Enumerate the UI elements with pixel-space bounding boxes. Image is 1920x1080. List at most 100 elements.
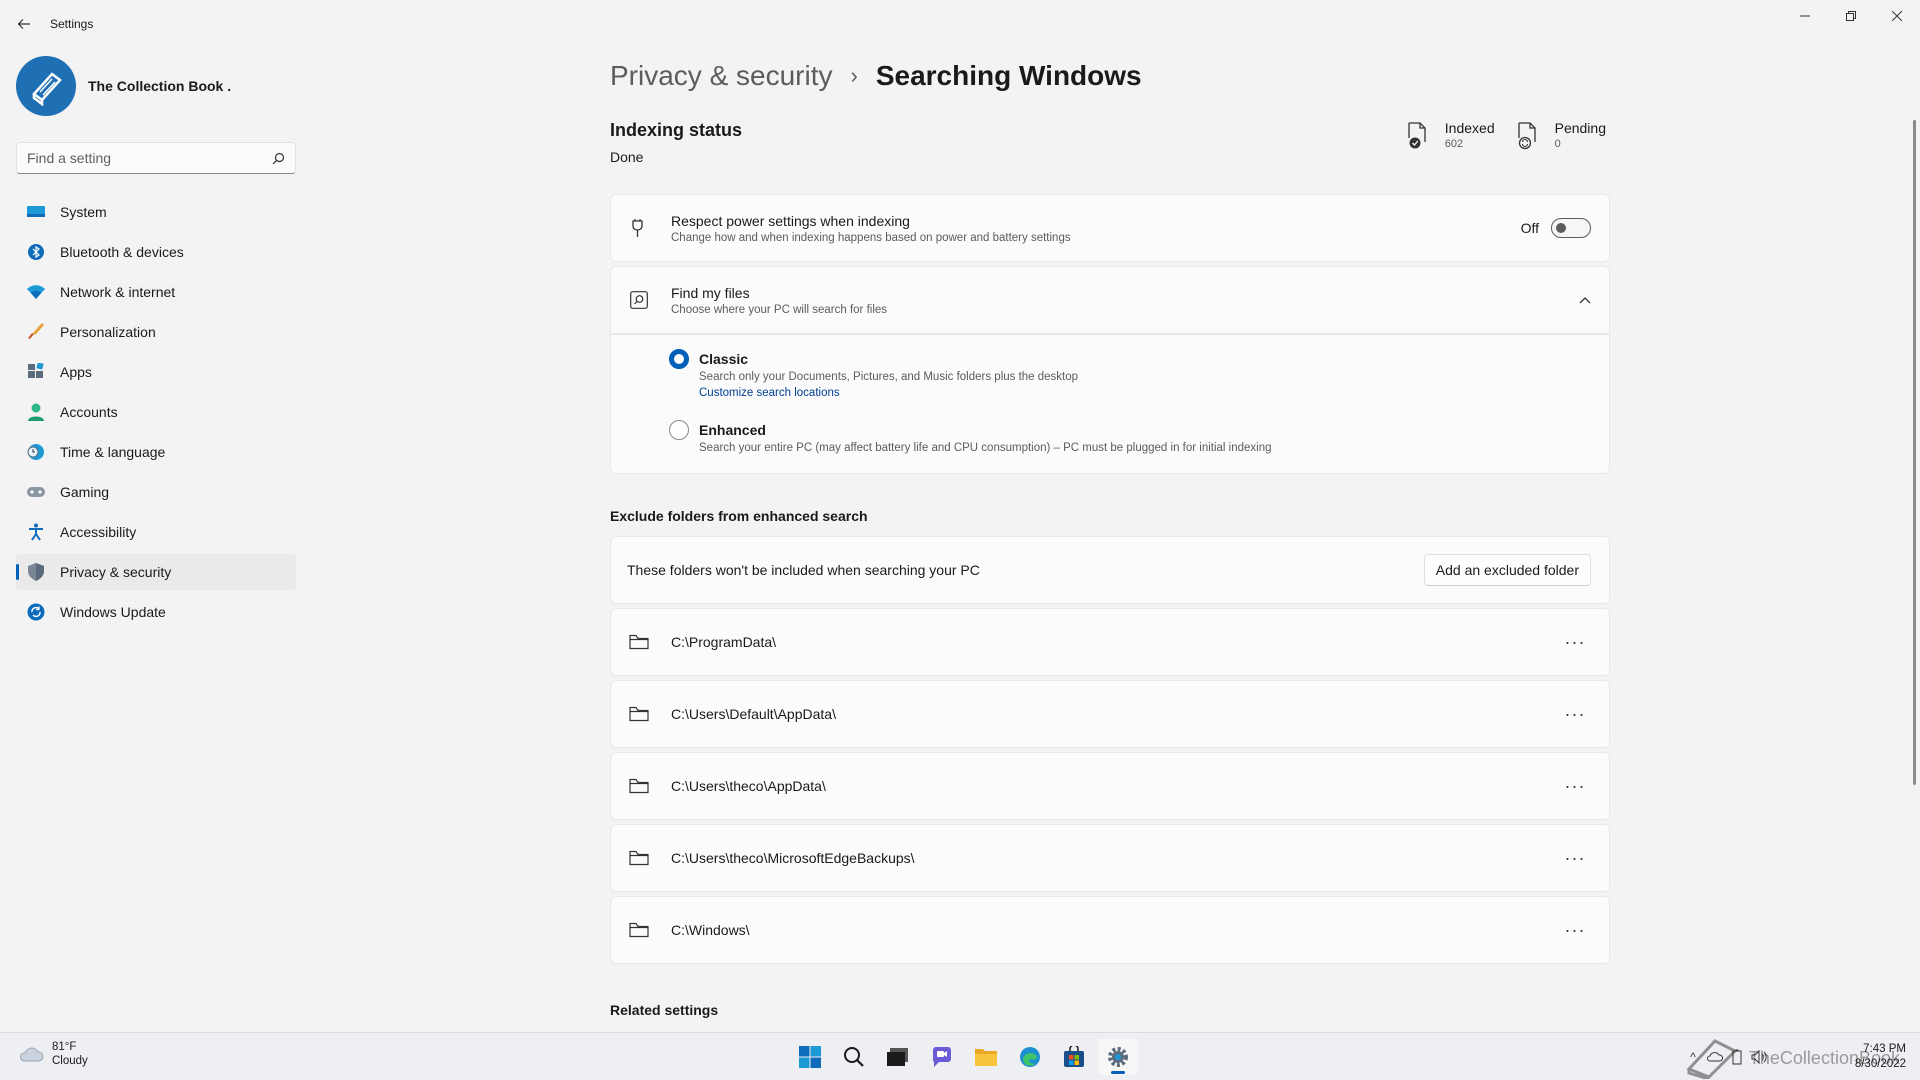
sidebar-item-label: Bluetooth & devices	[60, 244, 184, 260]
title-bar: Settings	[0, 0, 1920, 48]
sidebar-item-network[interactable]: Network & internet	[16, 274, 296, 310]
sidebar-item-apps[interactable]: Apps	[16, 354, 296, 390]
sidebar-item-privacy-security[interactable]: Privacy & security	[16, 554, 296, 590]
taskbar: 81°F Cloudy TheCollectionBook ^ 7:43 PM …	[0, 1032, 1920, 1080]
enhanced-description: Search your entire PC (may affect batter…	[699, 442, 1272, 454]
edge-button[interactable]	[1010, 1039, 1050, 1075]
sidebar-item-accounts[interactable]: Accounts	[16, 394, 296, 430]
power-settings-description: Change how and when indexing happens bas…	[671, 231, 1071, 244]
power-settings-card: Respect power settings when indexing Cha…	[610, 194, 1610, 262]
classic-option[interactable]: Classic Search only your Documents, Pict…	[669, 349, 1079, 401]
sidebar-item-personalization[interactable]: Personalization	[16, 314, 296, 350]
sidebar-item-label: Gaming	[60, 484, 110, 500]
taskbar-clock[interactable]: 7:43 PM 8/30/2022	[1855, 1042, 1906, 1072]
enhanced-option[interactable]: Enhanced Search your entire PC (may affe…	[669, 420, 1272, 454]
folder-path: C:\Users\Default\AppData\	[671, 706, 836, 722]
sidebar-item-accessibility[interactable]: Accessibility	[16, 514, 296, 550]
enhanced-radio[interactable]	[669, 420, 689, 440]
task-view-button[interactable]	[878, 1039, 918, 1075]
gamepad-icon	[26, 482, 46, 502]
weather-widget[interactable]: 81°F Cloudy	[18, 1041, 88, 1067]
back-arrow-icon	[17, 19, 30, 29]
search-box[interactable]	[16, 142, 296, 174]
user-profile[interactable]: The Collection Book .	[16, 56, 231, 116]
power-plug-icon	[629, 218, 649, 238]
weather-temperature: 81°F	[52, 1041, 77, 1053]
sidebar-nav: System Bluetooth & devices Network & int…	[16, 194, 296, 634]
sidebar-item-windows-update[interactable]: Windows Update	[16, 594, 296, 630]
exclude-info-card: These folders won't be included when sea…	[610, 536, 1610, 604]
pending-label: Pending	[1554, 120, 1606, 136]
sidebar-item-label: Personalization	[60, 324, 156, 340]
volume-icon[interactable]	[1748, 1047, 1770, 1067]
find-my-files-expander-header[interactable]: Find my files Choose where your PC will …	[610, 266, 1610, 334]
clock-globe-icon	[26, 442, 46, 462]
search-input[interactable]	[27, 150, 272, 166]
minimize-button[interactable]	[1782, 0, 1828, 32]
search-files-icon	[629, 290, 649, 310]
main-content: Privacy & security › Searching Windows I…	[610, 56, 1610, 1030]
search-icon	[844, 1047, 864, 1067]
chat-icon	[932, 1047, 951, 1067]
indexed-document-icon	[1408, 122, 1426, 149]
power-settings-toggle[interactable]	[1551, 218, 1591, 238]
back-button[interactable]	[12, 12, 36, 36]
chevron-up-icon[interactable]	[1579, 296, 1591, 304]
page-title: Searching Windows	[875, 60, 1142, 91]
classic-description: Search only your Documents, Pictures, an…	[699, 371, 1079, 383]
sidebar-item-bluetooth[interactable]: Bluetooth & devices	[16, 234, 296, 270]
sidebar-item-system[interactable]: System	[16, 194, 296, 230]
folder-icon	[629, 632, 649, 652]
restore-button[interactable]	[1828, 0, 1874, 32]
add-excluded-folder-button[interactable]: Add an excluded folder	[1423, 554, 1591, 586]
folder-path: C:\Users\theco\MicrosoftEdgeBackups\	[671, 850, 915, 866]
find-my-files-options: Classic Search only your Documents, Pict…	[610, 334, 1610, 474]
indexing-stats: Indexed 602 Pending 0	[1385, 120, 1606, 150]
cloud-icon	[20, 1047, 44, 1062]
more-options-button[interactable]: ···	[1559, 842, 1591, 874]
more-options-button[interactable]: ···	[1559, 914, 1591, 946]
classic-radio[interactable]	[669, 349, 689, 369]
excluded-folder-row: C:\Users\theco\AppData\ ···	[610, 752, 1610, 820]
folder-path: C:\Users\theco\AppData\	[671, 778, 826, 794]
more-options-button[interactable]: ···	[1559, 626, 1591, 658]
find-my-files-title: Find my files	[671, 284, 750, 301]
store-button[interactable]	[1054, 1039, 1094, 1075]
folder-icon	[629, 920, 649, 940]
file-explorer-icon	[975, 1049, 997, 1066]
onedrive-icon[interactable]	[1704, 1047, 1726, 1067]
avatar	[16, 56, 76, 116]
sidebar-item-time-language[interactable]: Time & language	[16, 434, 296, 470]
more-options-button[interactable]: ···	[1559, 770, 1591, 802]
start-button[interactable]	[790, 1039, 830, 1075]
pending-stat: Pending 0	[1515, 120, 1606, 150]
sidebar-item-label: Time & language	[60, 444, 166, 460]
update-icon	[26, 602, 46, 622]
window-controls	[1782, 0, 1920, 32]
folder-icon	[629, 848, 649, 868]
wifi-icon	[26, 282, 46, 302]
excluded-folder-row: C:\Windows\ ···	[610, 896, 1610, 964]
indexing-status-value: Done	[610, 149, 644, 165]
indexed-label: Indexed	[1444, 120, 1495, 136]
taskbar-search-button[interactable]	[834, 1039, 874, 1075]
indexing-status-block: Indexing status Done Indexed 602 Pending…	[610, 120, 1610, 176]
scrollbar[interactable]	[1913, 120, 1916, 785]
profile-name: The Collection Book .	[88, 78, 232, 94]
chat-button[interactable]	[922, 1039, 962, 1075]
file-explorer-button[interactable]	[966, 1039, 1006, 1075]
breadcrumb-parent-link[interactable]: Privacy & security	[610, 60, 833, 92]
sidebar-item-label: System	[60, 204, 107, 220]
battery-icon[interactable]	[1726, 1047, 1748, 1067]
clock-time: 7:43 PM	[1863, 1043, 1906, 1055]
customize-search-locations-link[interactable]: Customize search locations	[699, 387, 840, 399]
folder-path: C:\ProgramData\	[671, 634, 777, 650]
classic-label: Classic	[699, 351, 749, 367]
sidebar-item-gaming[interactable]: Gaming	[16, 474, 296, 510]
folder-icon	[629, 776, 649, 796]
chevron-up-icon[interactable]: ^	[1682, 1047, 1704, 1067]
settings-icon	[1108, 1047, 1128, 1067]
more-options-button[interactable]: ···	[1559, 698, 1591, 730]
settings-taskbar-button[interactable]	[1098, 1039, 1138, 1075]
close-button[interactable]	[1874, 0, 1920, 32]
